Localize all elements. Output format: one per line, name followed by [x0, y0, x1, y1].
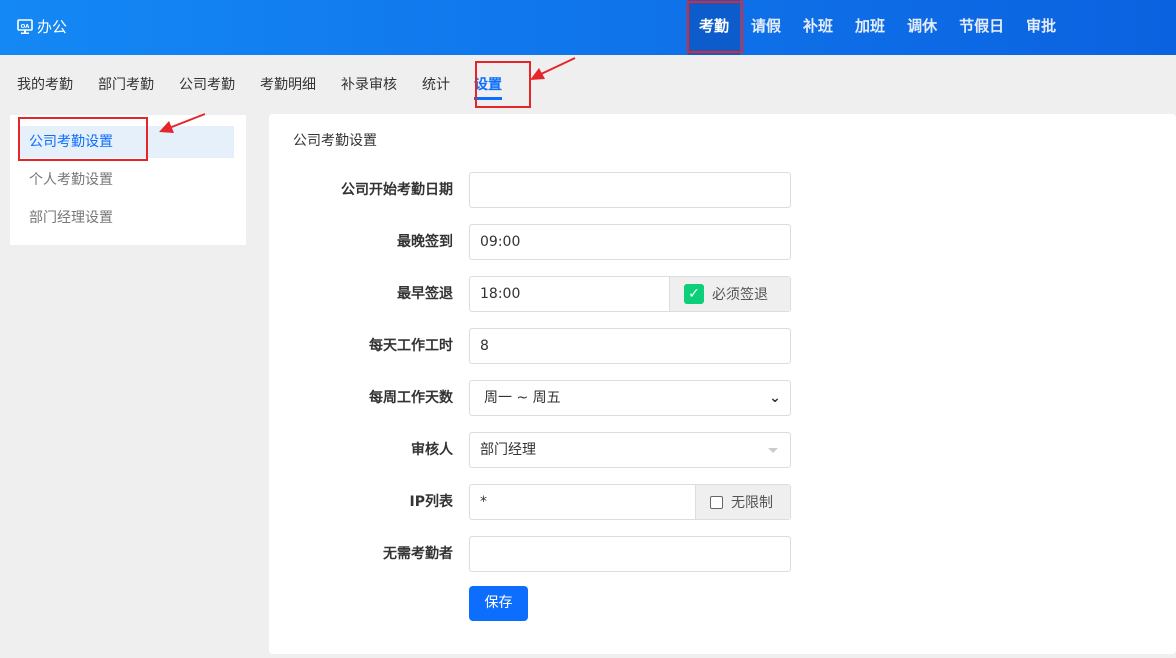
row-ip-list: IP列表 * 无限制 — [269, 484, 1176, 520]
chevron-down-icon: ⌄ — [769, 390, 781, 406]
top-nav: 考勤 请假 补班 加班 调休 节假日 审批 — [688, 0, 1067, 55]
annotation-arrow-icon — [530, 57, 576, 80]
sub-nav: 我的考勤 部门考勤 公司考勤 考勤明细 补录审核 统计 设置 — [0, 55, 510, 110]
row-latest-checkin: 最晚签到 09:00 — [269, 224, 1176, 260]
daily-hours-label: 每天工作工时 — [369, 338, 453, 354]
exempt-input[interactable] — [469, 536, 791, 572]
checkbox-icon — [710, 495, 723, 509]
sidebar-item-company-settings[interactable]: 公司考勤设置 — [19, 126, 234, 158]
row-daily-hours: 每天工作工时 8 — [269, 328, 1176, 364]
unlimited-label: 无限制 — [731, 495, 773, 511]
top-nav-time-off[interactable]: 调休 — [896, 0, 948, 55]
latest-checkin-input[interactable]: 09:00 — [469, 224, 791, 260]
earliest-checkout-value: 18:00 — [480, 286, 521, 302]
top-nav-approval[interactable]: 审批 — [1015, 0, 1067, 55]
earliest-checkout-input[interactable]: 18:00 ✓ 必须签退 — [469, 276, 791, 312]
reviewer-value: 部门经理 — [480, 442, 536, 458]
ip-list-label: IP列表 — [409, 494, 453, 510]
tab-attendance-details[interactable]: 考勤明细 — [260, 55, 316, 110]
daily-hours-input[interactable]: 8 — [469, 328, 791, 364]
row-exempt: 无需考勤者 — [269, 536, 1176, 572]
top-header: OA 办公 考勤 请假 补班 加班 调休 节假日 审批 — [0, 0, 1176, 55]
ip-list-value: * — [480, 494, 487, 510]
panel-title: 公司考勤设置 — [293, 133, 377, 149]
row-earliest-checkout: 最早签退 18:00 ✓ 必须签退 — [269, 276, 1176, 312]
tab-my-attendance[interactable]: 我的考勤 — [17, 55, 73, 110]
weekly-days-select[interactable]: 周一 ~ 周五 ⌄ — [469, 380, 791, 416]
tab-settings[interactable]: 设置 — [474, 55, 502, 110]
latest-checkin-value: 09:00 — [480, 234, 521, 250]
save-button[interactable]: 保存 — [469, 586, 528, 621]
dropdown-triangle-icon — [760, 433, 790, 467]
top-nav-holidays[interactable]: 节假日 — [948, 0, 1015, 55]
start-date-input[interactable] — [469, 172, 791, 208]
start-date-value — [470, 173, 790, 207]
sidebar-item-personal-settings[interactable]: 个人考勤设置 — [19, 164, 234, 196]
ip-list-input[interactable]: * 无限制 — [469, 484, 791, 520]
top-nav-attendance[interactable]: 考勤 — [688, 0, 741, 55]
sidebar: 公司考勤设置 个人考勤设置 部门经理设置 — [10, 115, 246, 245]
tab-statistics[interactable]: 统计 — [422, 55, 450, 110]
sidebar-item-manager-settings[interactable]: 部门经理设置 — [19, 202, 234, 234]
settings-panel: 公司考勤设置 公司开始考勤日期 最晚签到 09:00 最早签退 18:00 ✓ 必… — [269, 114, 1176, 654]
row-reviewer: 审核人 部门经理 — [269, 432, 1176, 468]
exempt-value — [470, 537, 790, 571]
top-nav-makeup[interactable]: 补班 — [792, 0, 844, 55]
brand-label: 办公 — [37, 18, 68, 36]
reviewer-select[interactable]: 部门经理 — [469, 432, 791, 468]
must-checkout-checkbox[interactable]: ✓ 必须签退 — [669, 277, 790, 311]
tab-company-attendance[interactable]: 公司考勤 — [179, 55, 235, 110]
must-checkout-label: 必须签退 — [712, 287, 768, 303]
svg-text:OA: OA — [21, 23, 31, 29]
weekly-days-value: 周一 ~ 周五 — [484, 390, 561, 406]
row-start-date: 公司开始考勤日期 — [269, 172, 1176, 208]
daily-hours-value: 8 — [480, 338, 489, 354]
top-nav-overtime[interactable]: 加班 — [844, 0, 896, 55]
latest-checkin-label: 最晚签到 — [397, 234, 453, 250]
row-weekly-days: 每周工作天数 周一 ~ 周五 ⌄ — [269, 380, 1176, 416]
exempt-label: 无需考勤者 — [383, 546, 453, 562]
reviewer-label: 审核人 — [411, 442, 453, 458]
start-date-label: 公司开始考勤日期 — [341, 182, 453, 198]
unlimited-checkbox[interactable]: 无限制 — [695, 485, 790, 519]
brand[interactable]: OA 办公 — [17, 16, 67, 37]
monitor-oa-icon: OA — [17, 18, 33, 34]
checkmark-icon: ✓ — [684, 284, 704, 304]
tab-makeup-review[interactable]: 补录审核 — [341, 55, 397, 110]
weekly-days-label: 每周工作天数 — [369, 390, 453, 406]
earliest-checkout-label: 最早签退 — [397, 286, 453, 302]
top-nav-leave[interactable]: 请假 — [740, 0, 792, 55]
tab-dept-attendance[interactable]: 部门考勤 — [98, 55, 154, 110]
